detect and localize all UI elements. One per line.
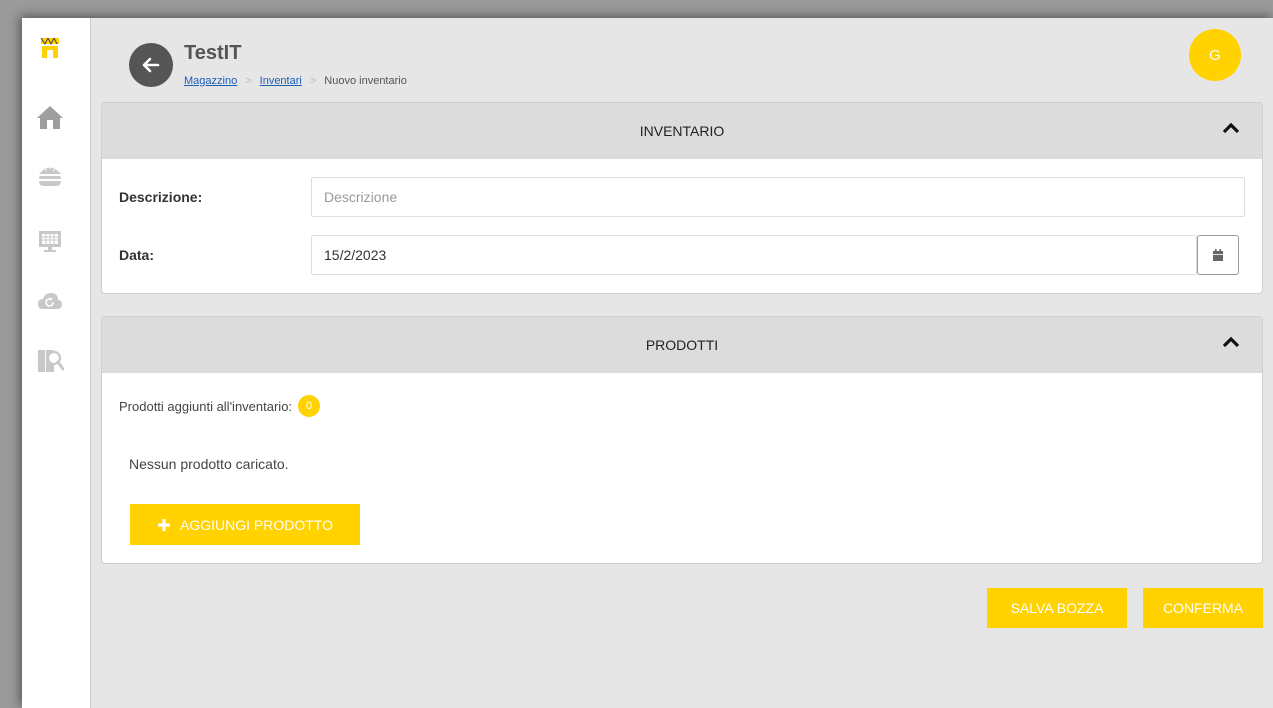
plus-icon [158,518,170,531]
inventory-search-icon[interactable] [34,344,66,376]
app-window: TestIT Magazzino > Inventari > Nuovo inv… [22,18,1273,708]
breadcrumb-link-inventari[interactable]: Inventari [260,75,302,87]
save-draft-button[interactable]: SALVA BOZZA [987,588,1127,628]
home-icon[interactable] [34,101,66,133]
inventario-card: INVENTARIO Descrizione: Data: [101,102,1263,294]
prodotti-count-row: Prodotti aggiunti all'inventario: 0 [119,395,321,417]
main-content: TestIT Magazzino > Inventari > Nuovo inv… [91,18,1273,708]
data-row: Data: [102,235,1262,277]
prodotti-card-header[interactable]: PRODOTTI [102,317,1262,373]
pos-terminal-icon[interactable] [34,225,66,257]
data-label: Data: [119,247,155,263]
descrizione-label: Descrizione: [119,189,203,205]
chevron-up-icon[interactable] [1222,121,1240,135]
cloud-sync-icon[interactable] [34,285,66,317]
calendar-icon [1213,248,1223,261]
inventario-card-header[interactable]: INVENTARIO [102,103,1262,159]
inventario-heading: INVENTARIO [639,123,725,139]
sidebar [22,18,91,708]
add-product-label: AGGIUNGI PRODOTTO [180,516,333,533]
page-header: TestIT Magazzino > Inventari > Nuovo inv… [91,18,1273,98]
data-input[interactable] [311,235,1197,275]
descrizione-input[interactable] [311,177,1245,217]
back-button[interactable] [129,43,173,87]
arrow-left-icon [142,57,160,73]
descrizione-row: Descrizione: [102,177,1262,219]
breadcrumb-current: Nuovo inventario [324,75,407,87]
prodotti-count-badge: 0 [298,395,321,417]
user-avatar[interactable]: G [1189,29,1241,81]
burger-icon[interactable] [34,159,66,191]
chevron-right-icon: > [245,75,252,87]
add-product-button[interactable]: AGGIUNGI PRODOTTO [130,504,360,545]
calendar-button[interactable] [1197,235,1239,275]
store-icon[interactable] [34,32,66,64]
prodotti-heading: PRODOTTI [645,337,719,353]
chevron-right-icon: > [309,75,317,87]
breadcrumb: Magazzino > Inventari > Nuovo inventario [184,75,407,87]
confirm-button[interactable]: CONFERMA [1143,588,1263,628]
breadcrumb-link-magazzino[interactable]: Magazzino [184,75,237,87]
page-title: TestIT [184,42,242,64]
prodotti-count-label: Prodotti aggiunti all'inventario: [119,398,293,414]
prodotti-card: PRODOTTI Prodotti aggiunti all'inventari… [101,316,1263,564]
chevron-up-icon[interactable] [1222,335,1240,349]
empty-state-message: Nessun prodotto caricato. [129,456,289,472]
